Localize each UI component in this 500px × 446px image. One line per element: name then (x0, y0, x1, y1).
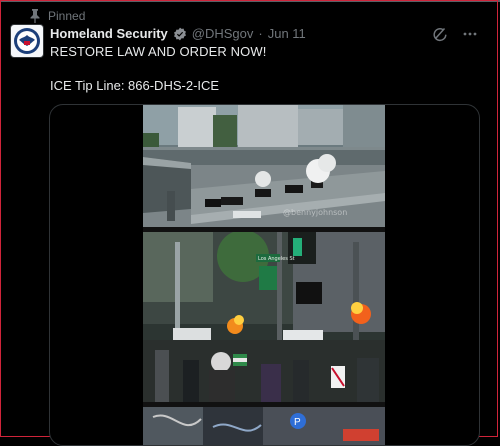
post-date[interactable]: Jun 11 (268, 26, 306, 41)
svg-text:P: P (294, 417, 301, 428)
avatar[interactable] (10, 24, 44, 58)
video-frame-wall: P (143, 407, 385, 445)
street-sign: Los Angeles St (258, 256, 295, 262)
pinned-indicator: Pinned (30, 9, 85, 23)
post-text-line2: ICE Tip Line: 866-DHS-2-ICE (50, 78, 220, 93)
post-text-line1: RESTORE LAW AND ORDER NOW! (50, 44, 267, 59)
post-actions-top (432, 26, 478, 42)
verified-badge-icon (173, 27, 186, 40)
video-watermark: @bennyjohnson (283, 208, 347, 217)
header-separator: · (258, 26, 263, 41)
video-frame-street: Los Angeles St (143, 232, 385, 402)
post-header: Homeland Security @DHSgov · Jun 11 (50, 26, 306, 41)
video-frame-freeway: @bennyjohnson (143, 105, 385, 227)
author-name[interactable]: Homeland Security (50, 26, 168, 41)
author-handle[interactable]: @DHSgov (192, 26, 254, 41)
pin-icon (30, 9, 40, 23)
grok-icon[interactable] (432, 26, 448, 42)
more-icon[interactable] (462, 26, 478, 42)
media-container[interactable]: @bennyjohnson Los Angeles St P (49, 104, 480, 446)
window-top-strip (0, 0, 500, 2)
video-player[interactable]: @bennyjohnson Los Angeles St P (143, 105, 385, 445)
pinned-label: Pinned (48, 9, 86, 23)
dhs-seal-icon (14, 28, 40, 54)
